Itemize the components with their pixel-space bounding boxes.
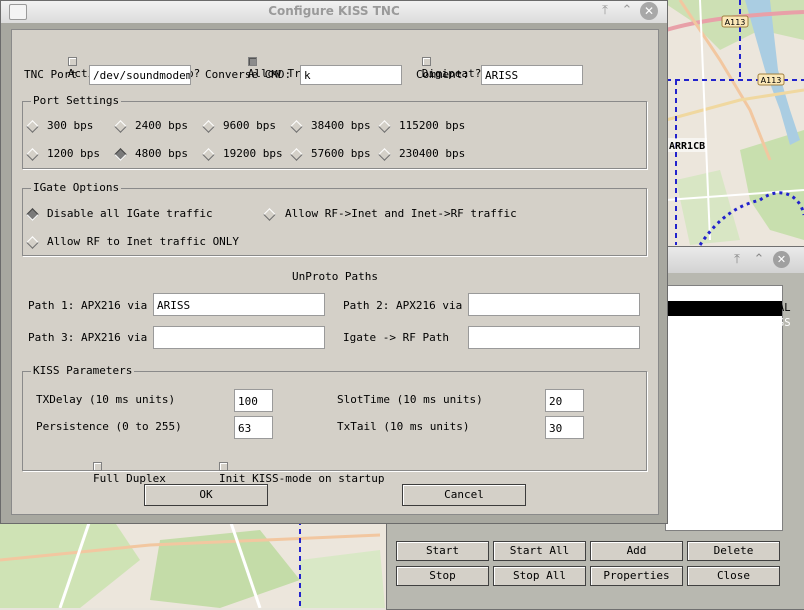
baud-radio-230400[interactable]: [378, 148, 391, 161]
baud-label: 19200 bps: [223, 147, 283, 160]
start-all-button[interactable]: Start All: [493, 541, 586, 561]
igate-allow-both-radio[interactable]: [263, 208, 276, 221]
cancel-button[interactable]: Cancel: [402, 484, 526, 506]
checkbox-indicator[interactable]: [67, 56, 77, 66]
device-cell: modem0: [704, 302, 743, 314]
path3-label: Path 3: APX216 via: [28, 331, 148, 344]
kiss-parameters-title: KISS Parameters: [31, 364, 135, 377]
slottime-input[interactable]: 20: [545, 389, 584, 412]
close-icon[interactable]: ✕: [640, 2, 658, 20]
stop-button[interactable]: Stop: [396, 566, 489, 586]
tnc-port-label: TNC Port: [24, 68, 77, 81]
checkbox-indicator[interactable]: [218, 461, 228, 471]
igate-rf-path-input[interactable]: [468, 326, 640, 349]
comment-input[interactable]: ARISS: [481, 65, 583, 85]
baud-radio-9600[interactable]: [202, 120, 215, 133]
txdelay-label: TXDelay (10 ms units): [36, 393, 176, 406]
baud-radio-1200[interactable]: [26, 148, 39, 161]
path3-input[interactable]: [153, 326, 325, 349]
baud-radio-4800[interactable]: [114, 148, 127, 161]
txtail-input[interactable]: 30: [545, 416, 584, 439]
igate-disable-radio[interactable]: [26, 208, 39, 221]
baud-radio-19200[interactable]: [202, 148, 215, 161]
interface-list[interactable]: modem0 LOCAL modem0 ARISS: [665, 285, 791, 531]
persistence-input[interactable]: 63: [234, 416, 273, 439]
road-label-2: A113: [761, 76, 782, 85]
ok-button[interactable]: OK: [144, 484, 268, 506]
igate-rf-only-label: Allow RF to Inet traffic ONLY: [47, 235, 240, 248]
path2-input[interactable]: [468, 293, 640, 316]
igate-disable-label: Disable all IGate traffic: [47, 207, 213, 220]
igate-options-title: IGate Options: [31, 181, 122, 194]
igate-rf-only-radio[interactable]: [26, 236, 39, 249]
station-label[interactable]: ARR1CB: [669, 141, 705, 152]
txdelay-input[interactable]: 100: [234, 389, 273, 412]
maximize-icon[interactable]: ⌃: [751, 252, 767, 268]
tnc-port-input[interactable]: /dev/soundmodem: [89, 65, 191, 85]
properties-button[interactable]: Properties: [590, 566, 683, 586]
comment-cell: ARISS: [758, 317, 791, 329]
path1-input[interactable]: ARISS: [153, 293, 325, 316]
checkbox-indicator[interactable]: [92, 461, 102, 471]
stop-all-button[interactable]: Stop All: [493, 566, 586, 586]
baud-radio-300[interactable]: [26, 120, 39, 133]
baud-radio-57600[interactable]: [290, 148, 303, 161]
path1-label: Path 1: APX216 via: [28, 299, 148, 312]
checkbox-indicator[interactable]: [421, 56, 431, 66]
minimize-icon[interactable]: ⤒: [597, 3, 613, 19]
igate-rf-path-label: Igate -> RF Path: [343, 331, 449, 344]
comment-cell: LOCAL: [758, 302, 791, 314]
configure-kiss-tnc-dialog: Configure KISS TNC ⤒ ⌃ ✕ Activate on Sta…: [0, 0, 668, 524]
persistence-label: Persistence (0 to 255): [36, 420, 182, 433]
baud-radio-2400[interactable]: [114, 120, 127, 133]
add-button[interactable]: Add: [590, 541, 683, 561]
port-settings-title: Port Settings: [31, 94, 122, 107]
igate-allow-both-label: Allow RF->Inet and Inet->RF traffic: [285, 207, 517, 220]
dialog-title: Configure KISS TNC: [268, 4, 400, 18]
baud-label: 38400 bps: [311, 119, 371, 132]
slottime-label: SlotTime (10 ms units): [337, 393, 483, 406]
minimize-icon[interactable]: ⤒: [729, 252, 745, 268]
igate-options-group: IGate Options Disable all IGate traffic …: [22, 181, 647, 256]
port-settings-group: Port Settings 300 bps 2400 bps 9600 bps …: [22, 94, 647, 169]
comment-label: Comment:: [416, 68, 469, 81]
close-button[interactable]: Close: [687, 566, 780, 586]
unproto-paths-title: UnProto Paths: [291, 270, 379, 283]
dialog-body: Activate on Startup? Allow Transmitting?…: [11, 29, 659, 515]
close-icon[interactable]: ✕: [773, 251, 790, 268]
converse-cmd-input[interactable]: k: [300, 65, 402, 85]
road-label-1: A113: [725, 18, 746, 27]
dialog-titlebar[interactable]: Configure KISS TNC ⤒ ⌃ ✕: [1, 1, 667, 23]
baud-label: 9600 bps: [223, 119, 276, 132]
kiss-parameters-group: KISS Parameters TXDelay (10 ms units) 10…: [22, 364, 647, 485]
path2-label: Path 2: APX216 via: [343, 299, 463, 312]
baud-label: 230400 bps: [399, 147, 466, 160]
checkbox-indicator[interactable]: [247, 56, 257, 66]
baud-label: 300 bps: [47, 119, 94, 132]
device-cell: modem0: [704, 317, 743, 329]
baud-label: 1200 bps: [47, 147, 100, 160]
delete-button[interactable]: Delete: [687, 541, 780, 561]
baud-label: 57600 bps: [311, 147, 371, 160]
start-button[interactable]: Start: [396, 541, 489, 561]
baud-label: 4800 bps: [135, 147, 188, 160]
baud-radio-115200[interactable]: [378, 120, 391, 133]
baud-label: 115200 bps: [399, 119, 466, 132]
converse-cmd-label: Converse CMD:: [205, 68, 292, 81]
baud-radio-38400[interactable]: [290, 120, 303, 133]
baud-label: 2400 bps: [135, 119, 188, 132]
maximize-icon[interactable]: ⌃: [619, 3, 635, 19]
list-item[interactable]: modem0 LOCAL: [666, 286, 791, 314]
txtail-label: TxTail (10 ms units): [337, 420, 470, 433]
